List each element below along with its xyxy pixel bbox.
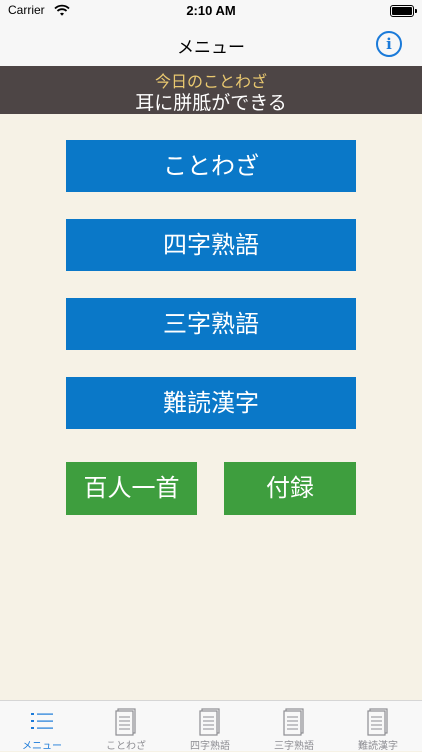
document-icon [365, 706, 391, 736]
yoji-jukugo-button[interactable]: 四字熟語 [66, 219, 356, 271]
document-icon [197, 706, 223, 736]
navigation-bar: メニュー i [0, 22, 422, 66]
document-icon [281, 706, 307, 736]
page-title: メニュー [177, 38, 245, 58]
info-button[interactable]: i [376, 31, 402, 57]
status-time: 2:10 AM [186, 3, 236, 18]
daily-proverb: 耳に胼胝ができる [135, 92, 287, 114]
tab-sanji-jukugo[interactable]: 三字熟語 [252, 701, 336, 752]
appendix-button[interactable]: 付録 [224, 462, 356, 515]
info-icon: i [386, 35, 392, 53]
tab-yoji-jukugo[interactable]: 四字熟語 [168, 701, 252, 752]
kotowaza-button[interactable]: ことわざ [66, 140, 356, 192]
list-icon [29, 706, 55, 736]
tab-menu[interactable]: メニュー [0, 701, 84, 752]
battery-icon [390, 5, 417, 17]
tab-nandoku-kanji[interactable]: 難読漢字 [336, 701, 420, 752]
nandoku-kanji-button[interactable]: 難読漢字 [66, 377, 356, 429]
hyakunin-isshu-button[interactable]: 百人一首 [66, 462, 197, 515]
status-bar: Carrier 2:10 AM [0, 0, 422, 22]
sanji-jukugo-button[interactable]: 三字熟語 [66, 298, 356, 350]
document-icon [113, 706, 139, 736]
tab-bar: メニュー ことわざ 四字熟語 三字熟語 難読漢字 [0, 700, 422, 752]
proverb-of-the-day-banner: 今日のことわざ 耳に胼胝ができる [0, 66, 422, 114]
tab-kotowaza[interactable]: ことわざ [84, 701, 168, 752]
